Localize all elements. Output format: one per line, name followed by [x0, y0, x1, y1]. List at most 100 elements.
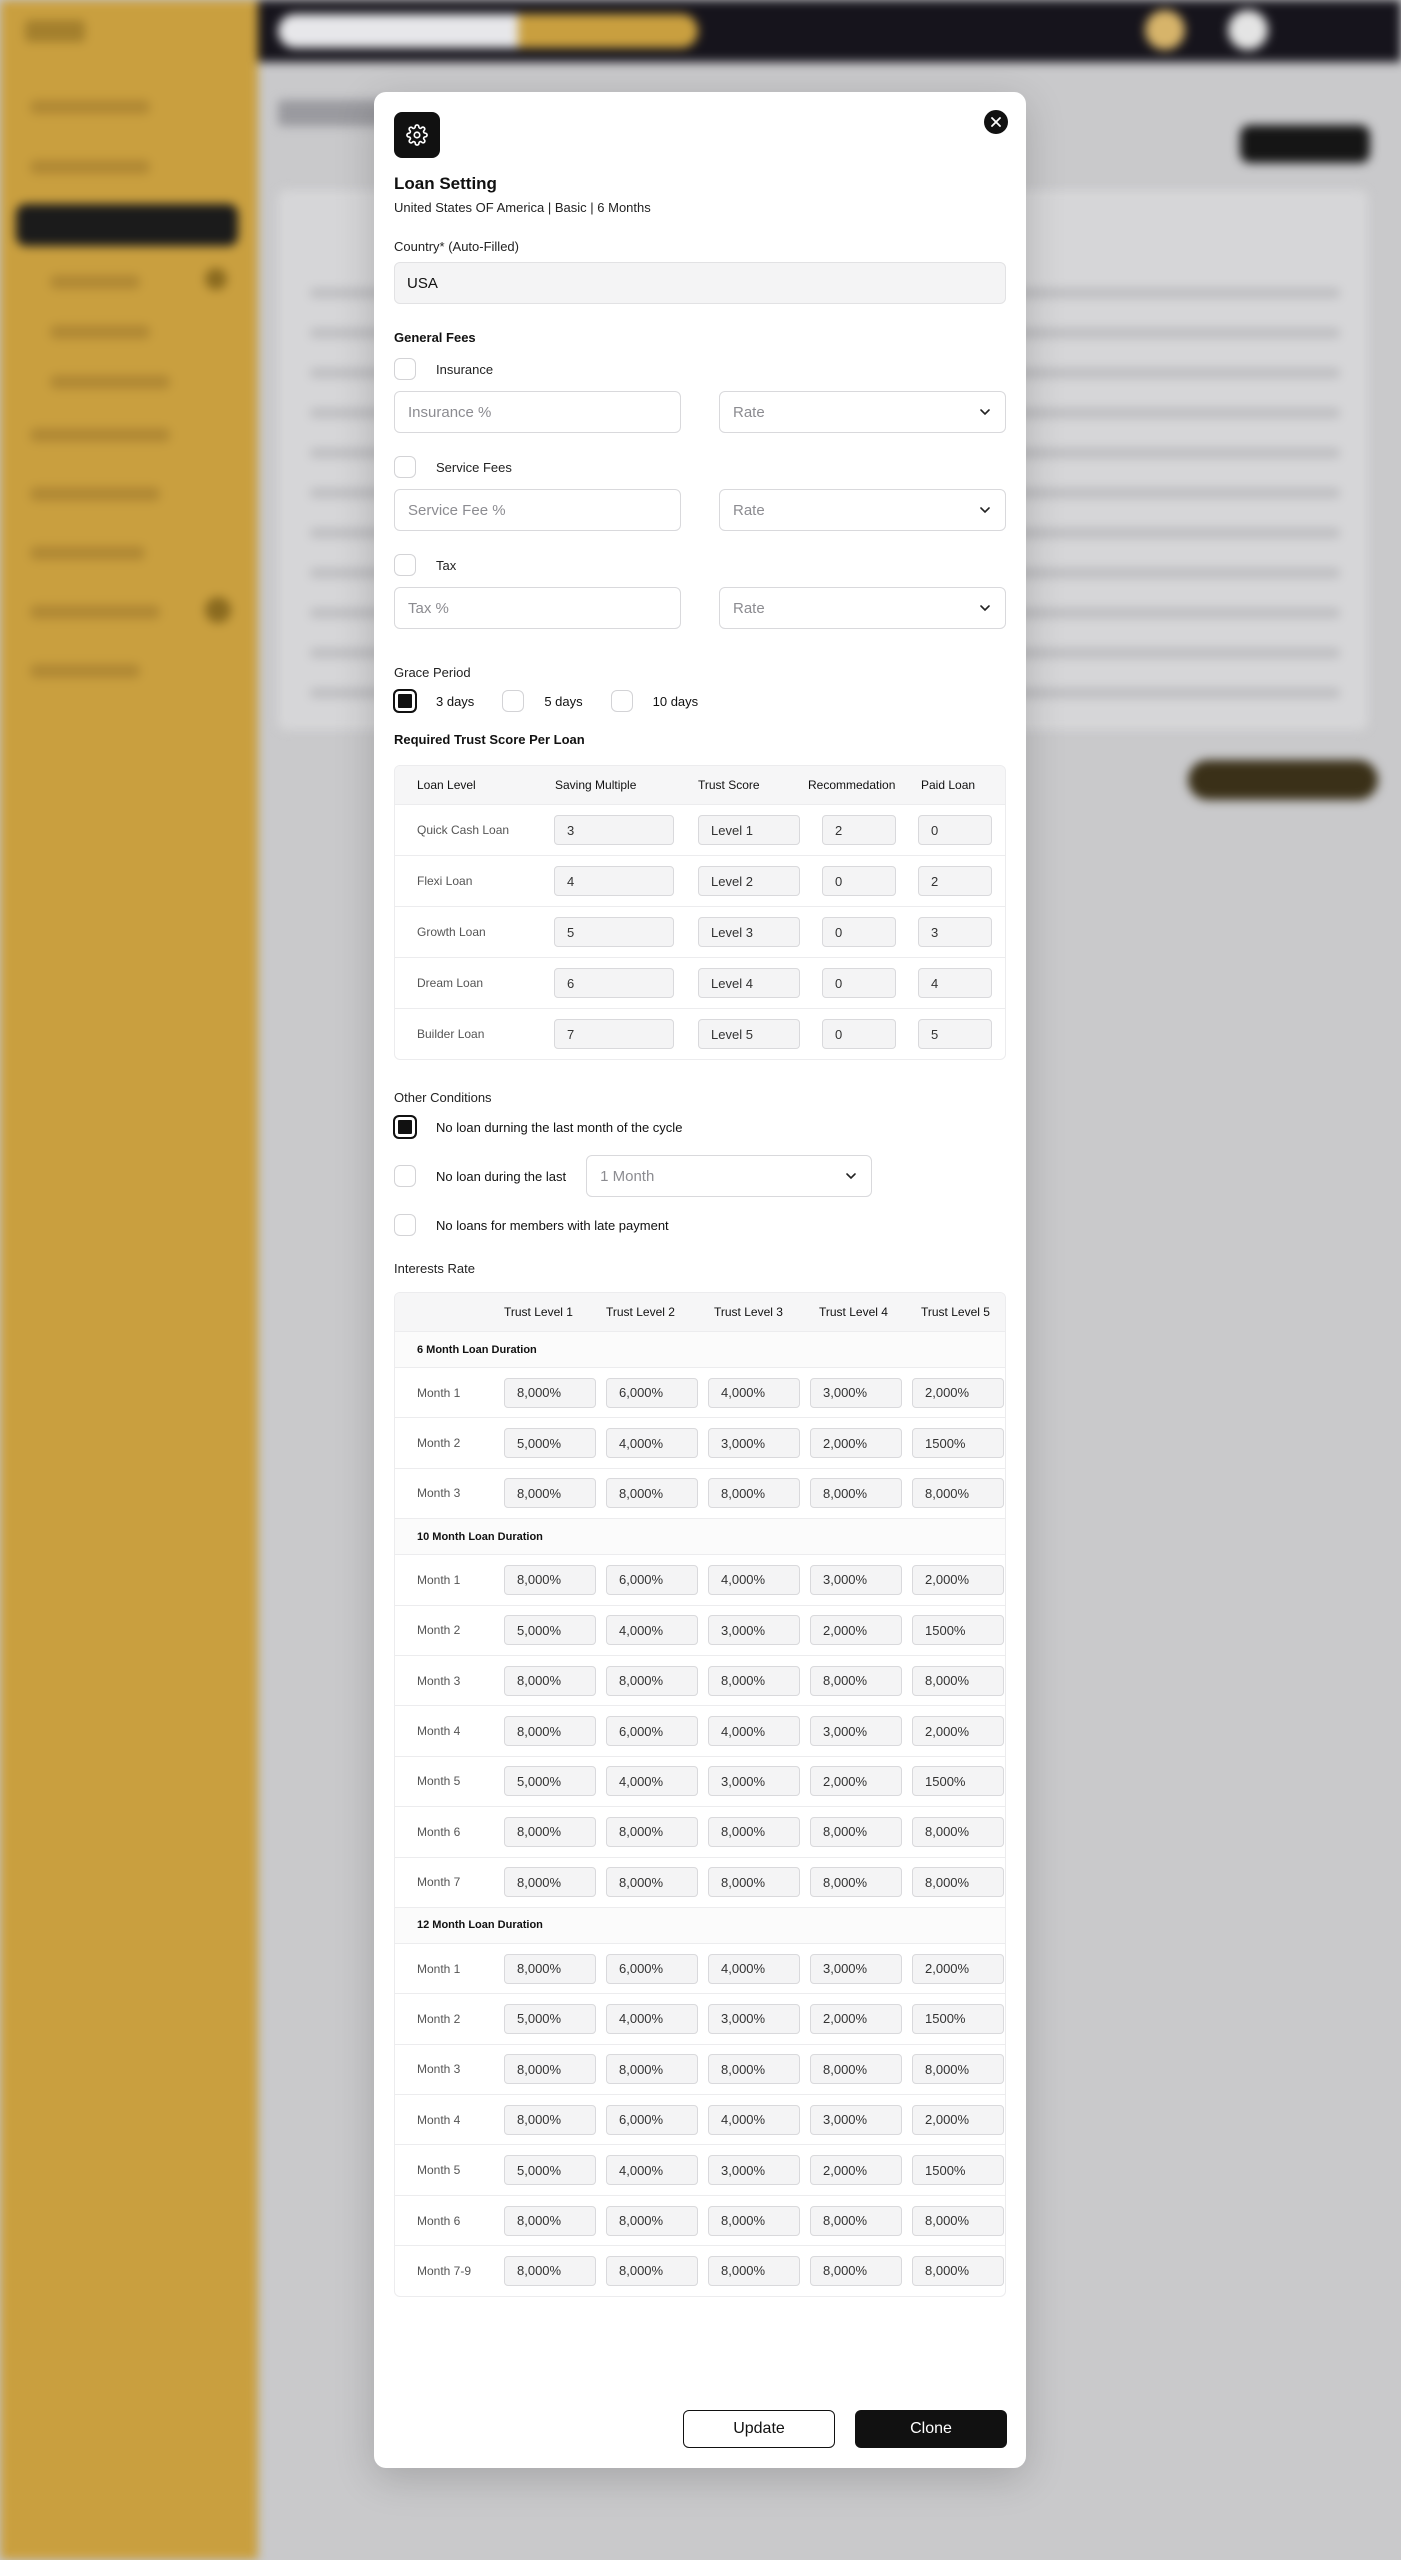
- tax-checkbox[interactable]: [394, 554, 416, 576]
- rate-input[interactable]: 8,000%: [708, 1665, 800, 1696]
- rate-input[interactable]: 8,000%: [504, 1953, 596, 1984]
- rate-input[interactable]: 2,000%: [810, 2003, 902, 2034]
- rate-input[interactable]: 8,000%: [504, 1867, 596, 1898]
- rate-input[interactable]: 5,000%: [504, 2003, 596, 2034]
- rate-input[interactable]: 3,000%: [708, 2155, 800, 2186]
- tax-rate-select[interactable]: Rate: [719, 587, 1006, 629]
- late-payment-checkbox[interactable]: [394, 1214, 416, 1236]
- rate-input[interactable]: 6,000%: [606, 1564, 698, 1595]
- rate-input[interactable]: 8,000%: [810, 1816, 902, 1847]
- insurance-input[interactable]: Insurance %: [394, 391, 681, 433]
- rate-input[interactable]: 8,000%: [810, 1665, 902, 1696]
- recommendation-input[interactable]: 0: [822, 968, 896, 998]
- rate-input[interactable]: 8,000%: [606, 1478, 698, 1509]
- rate-input[interactable]: 8,000%: [708, 2054, 800, 2085]
- rate-input[interactable]: 8,000%: [912, 2205, 1004, 2236]
- rate-input[interactable]: 6,000%: [606, 2104, 698, 2135]
- rate-input[interactable]: 4,000%: [606, 1766, 698, 1797]
- rate-input[interactable]: 8,000%: [708, 2255, 800, 2286]
- saving-multiple-input[interactable]: 3: [554, 815, 674, 845]
- paid-loan-input[interactable]: 0: [918, 815, 992, 845]
- rate-input[interactable]: 8,000%: [606, 1816, 698, 1847]
- rate-input[interactable]: 8,000%: [504, 1665, 596, 1696]
- trust-score-input[interactable]: Level 1: [698, 815, 800, 845]
- month-select[interactable]: 1 Month: [586, 1155, 873, 1197]
- rate-input[interactable]: 2,000%: [912, 1953, 1004, 1984]
- rate-input[interactable]: 8,000%: [708, 1478, 800, 1509]
- rate-input[interactable]: 8,000%: [912, 2054, 1004, 2085]
- grace-option-10-days[interactable]: 10 days: [610, 690, 698, 712]
- rate-input[interactable]: 1500%: [912, 1615, 1004, 1646]
- paid-loan-input[interactable]: 5: [918, 1019, 992, 1049]
- country-field[interactable]: USA: [394, 262, 1006, 304]
- rate-input[interactable]: 8,000%: [504, 2205, 596, 2236]
- rate-input[interactable]: 3,000%: [708, 1766, 800, 1797]
- grace-checkbox-5-days[interactable]: [502, 690, 525, 712]
- rate-input[interactable]: 8,000%: [912, 1816, 1004, 1847]
- clone-button[interactable]: Clone: [855, 2410, 1007, 2448]
- rate-input[interactable]: 4,000%: [606, 2155, 698, 2186]
- trust-score-input[interactable]: Level 2: [698, 866, 800, 896]
- insurance-rate-select[interactable]: Rate: [719, 391, 1006, 433]
- saving-multiple-input[interactable]: 7: [554, 1019, 674, 1049]
- rate-input[interactable]: 8,000%: [912, 1478, 1004, 1509]
- rate-input[interactable]: 4,000%: [606, 1615, 698, 1646]
- rate-input[interactable]: 8,000%: [606, 2054, 698, 2085]
- last-month-checkbox[interactable]: [394, 1116, 416, 1138]
- rate-input[interactable]: 8,000%: [606, 2255, 698, 2286]
- rate-input[interactable]: 8,000%: [504, 2104, 596, 2135]
- rate-input[interactable]: 8,000%: [504, 2255, 596, 2286]
- paid-loan-input[interactable]: 4: [918, 968, 992, 998]
- tax-input[interactable]: Tax %: [394, 587, 681, 629]
- rate-input[interactable]: 6,000%: [606, 1953, 698, 1984]
- update-button[interactable]: Update: [683, 2410, 835, 2448]
- rate-input[interactable]: 3,000%: [708, 1615, 800, 1646]
- trust-score-input[interactable]: Level 5: [698, 1019, 800, 1049]
- rate-input[interactable]: 8,000%: [810, 2054, 902, 2085]
- rate-input[interactable]: 8,000%: [504, 1564, 596, 1595]
- rate-input[interactable]: 2,000%: [810, 1766, 902, 1797]
- saving-multiple-input[interactable]: 4: [554, 866, 674, 896]
- grace-option-5-days[interactable]: 5 days: [502, 690, 583, 712]
- rate-input[interactable]: 2,000%: [912, 1716, 1004, 1747]
- paid-loan-input[interactable]: 2: [918, 866, 992, 896]
- rate-input[interactable]: 8,000%: [810, 2255, 902, 2286]
- rate-input[interactable]: 8,000%: [504, 1478, 596, 1509]
- rate-input[interactable]: 8,000%: [504, 1716, 596, 1747]
- rate-input[interactable]: 4,000%: [708, 1716, 800, 1747]
- rate-input[interactable]: 3,000%: [810, 1953, 902, 1984]
- rate-input[interactable]: 8,000%: [606, 1867, 698, 1898]
- paid-loan-input[interactable]: 3: [918, 917, 992, 947]
- rate-input[interactable]: 3,000%: [810, 1716, 902, 1747]
- rate-input[interactable]: 2,000%: [810, 1428, 902, 1459]
- rate-input[interactable]: 8,000%: [504, 1377, 596, 1408]
- rate-input[interactable]: 8,000%: [810, 1867, 902, 1898]
- grace-checkbox-10-days[interactable]: [610, 690, 633, 712]
- rate-input[interactable]: 8,000%: [606, 2205, 698, 2236]
- service-fee-input[interactable]: Service Fee %: [394, 489, 681, 531]
- rate-input[interactable]: 3,000%: [810, 1564, 902, 1595]
- rate-input[interactable]: 4,000%: [708, 2104, 800, 2135]
- grace-option-3-days[interactable]: 3 days: [394, 690, 474, 712]
- rate-input[interactable]: 3,000%: [708, 1428, 800, 1459]
- rate-input[interactable]: 4,000%: [708, 1377, 800, 1408]
- rate-input[interactable]: 6,000%: [606, 1716, 698, 1747]
- rate-input[interactable]: 5,000%: [504, 1766, 596, 1797]
- rate-input[interactable]: 4,000%: [606, 1428, 698, 1459]
- recommendation-input[interactable]: 0: [822, 866, 896, 896]
- insurance-checkbox[interactable]: [394, 358, 416, 380]
- rate-input[interactable]: 1500%: [912, 1428, 1004, 1459]
- saving-multiple-input[interactable]: 6: [554, 968, 674, 998]
- rate-input[interactable]: 5,000%: [504, 1428, 596, 1459]
- rate-input[interactable]: 8,000%: [810, 2205, 902, 2236]
- rate-input[interactable]: 8,000%: [504, 2054, 596, 2085]
- grace-checkbox-3-days[interactable]: [394, 690, 416, 712]
- rate-input[interactable]: 3,000%: [810, 2104, 902, 2135]
- rate-input[interactable]: 2,000%: [912, 1564, 1004, 1595]
- rate-input[interactable]: 2,000%: [912, 1377, 1004, 1408]
- rate-input[interactable]: 8,000%: [708, 1867, 800, 1898]
- rate-input[interactable]: 8,000%: [606, 1665, 698, 1696]
- rate-input[interactable]: 8,000%: [708, 2205, 800, 2236]
- rate-input[interactable]: 8,000%: [912, 1665, 1004, 1696]
- rate-input[interactable]: 3,000%: [708, 2003, 800, 2034]
